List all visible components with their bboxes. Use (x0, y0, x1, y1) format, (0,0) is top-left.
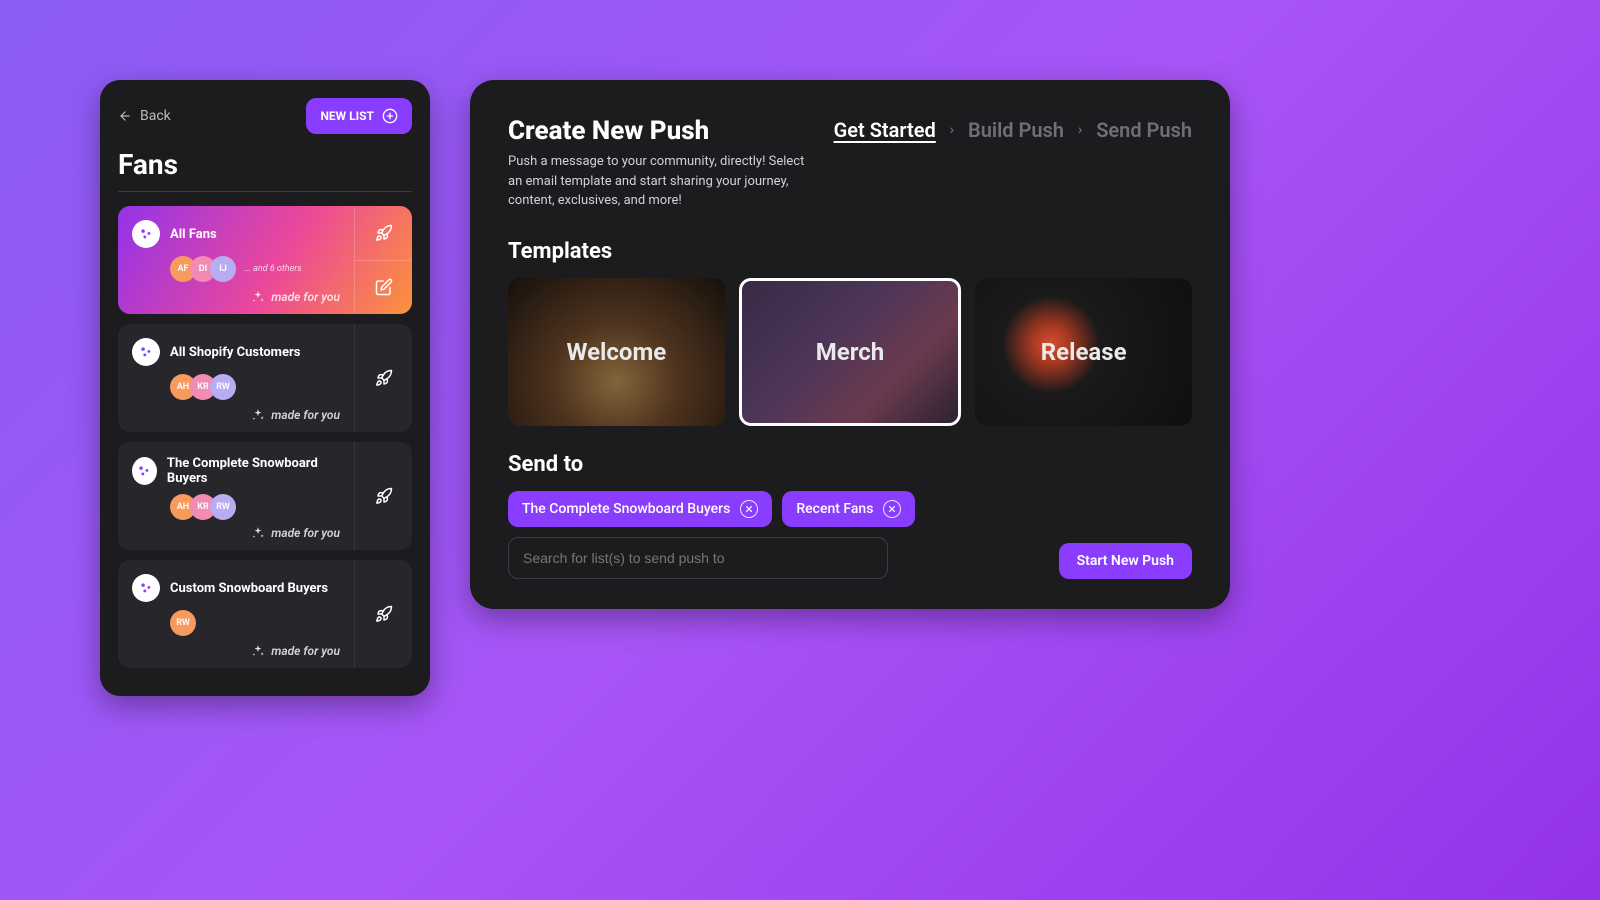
card-actions (354, 560, 412, 668)
recipient-chip: The Complete Snowboard Buyers (508, 491, 772, 527)
card-body: The Complete Snowboard Buyers AHKRRW made … (118, 442, 354, 550)
card-title: The Complete Snowboard Buyers (167, 456, 340, 486)
recipient-chip: Recent Fans (782, 491, 915, 527)
fan-list-card[interactable]: The Complete Snowboard Buyers AHKRRW made … (118, 442, 412, 550)
avatar: RW (210, 374, 236, 400)
rocket-icon (375, 369, 393, 387)
chip-remove-button[interactable] (740, 500, 758, 518)
back-label: Back (140, 108, 171, 124)
rocket-icon (375, 487, 393, 505)
card-actions (354, 324, 412, 432)
avatar: IJ (210, 256, 236, 282)
fan-list-card[interactable]: All Shopify Customers AHKRRW made for you (118, 324, 412, 432)
avatar-row: AFDIIJ... and 6 others (170, 256, 340, 282)
list-badge-icon (132, 457, 157, 485)
fans-panel: Back NEW LIST Fans All FansAFDIIJ... and… (100, 80, 430, 696)
template-label: Welcome (566, 338, 666, 366)
avatar: RW (170, 610, 196, 636)
divider (118, 191, 412, 192)
breadcrumb: Get Started › Build Push › Send Push (834, 118, 1192, 142)
card-body: All Shopify Customers AHKRRW made for you (118, 324, 354, 432)
list-badge-icon (132, 220, 160, 248)
avatar-overflow-text: ... and 6 others (244, 264, 302, 274)
card-title: Custom Snowboard Buyers (170, 581, 328, 596)
card-title: All Fans (170, 227, 217, 242)
made-for-you-label: made for you (251, 644, 340, 658)
fan-list-card[interactable]: Custom Snowboard Buyers RW made for you (118, 560, 412, 668)
made-for-you-label: made for you (251, 526, 340, 540)
fan-list-card[interactable]: All FansAFDIIJ... and 6 othersmade for y… (118, 206, 412, 314)
breadcrumb-step[interactable]: Send Push (1096, 118, 1192, 142)
push-heading-block: Create New Push Push a message to your c… (508, 116, 806, 211)
card-head: Custom Snowboard Buyers (132, 574, 340, 602)
templates-heading: Templates (508, 239, 1192, 264)
templates-row: Welcome Merch Release (508, 278, 1192, 426)
template-card-welcome[interactable]: Welcome (508, 278, 725, 426)
recipient-chips: The Complete Snowboard Buyers Recent Fans (508, 491, 1192, 527)
card-rocket-button[interactable] (355, 324, 412, 432)
push-heading: Create New Push (508, 116, 806, 146)
fans-list: All FansAFDIIJ... and 6 othersmade for y… (118, 206, 412, 668)
list-badge-icon (132, 338, 160, 366)
card-edit-button[interactable] (355, 260, 412, 315)
card-rocket-button[interactable] (355, 560, 412, 668)
avatar-row: AHKRRW (170, 494, 340, 520)
made-for-you-label: made for you (251, 408, 340, 422)
start-push-button[interactable]: Start New Push (1059, 543, 1192, 579)
fans-panel-header: Back NEW LIST (118, 98, 412, 134)
chip-label: Recent Fans (796, 501, 873, 517)
sparkle-icon (251, 644, 265, 658)
avatar: RW (210, 494, 236, 520)
card-head: All Shopify Customers (132, 338, 340, 366)
card-rocket-button[interactable] (355, 442, 412, 550)
push-subheading: Push a message to your community, direct… (508, 152, 806, 211)
breadcrumb-step[interactable]: Get Started (834, 118, 936, 142)
chevron-right-icon: › (950, 122, 954, 138)
card-rocket-button[interactable] (355, 206, 412, 260)
template-label: Release (1041, 338, 1127, 366)
rocket-icon (375, 605, 393, 623)
recipient-search-input[interactable] (508, 537, 888, 579)
card-body: Custom Snowboard Buyers RW made for you (118, 560, 354, 668)
edit-icon (375, 278, 393, 296)
rocket-icon (375, 224, 393, 242)
card-head: The Complete Snowboard Buyers (132, 456, 340, 486)
template-card-merch[interactable]: Merch (739, 278, 962, 426)
card-body: All FansAFDIIJ... and 6 othersmade for y… (118, 206, 354, 314)
push-panel-header: Create New Push Push a message to your c… (508, 116, 1192, 211)
card-actions (354, 206, 412, 314)
avatar-row: RW (170, 610, 340, 636)
chip-label: The Complete Snowboard Buyers (522, 501, 730, 517)
push-panel: Create New Push Push a message to your c… (470, 80, 1230, 609)
template-label: Merch (816, 338, 884, 366)
new-list-label: NEW LIST (320, 109, 374, 123)
back-button[interactable]: Back (118, 108, 171, 124)
breadcrumb-step[interactable]: Build Push (968, 118, 1064, 142)
sparkle-icon (251, 526, 265, 540)
send-to-heading: Send to (508, 452, 1192, 477)
sparkle-icon (251, 408, 265, 422)
arrow-left-icon (118, 109, 132, 123)
sparkle-icon (251, 290, 265, 304)
list-badge-icon (132, 574, 160, 602)
card-head: All Fans (132, 220, 340, 248)
new-list-button[interactable]: NEW LIST (306, 98, 412, 134)
plus-circle-icon (382, 108, 398, 124)
chip-remove-button[interactable] (883, 500, 901, 518)
made-for-you-label: made for you (251, 290, 340, 304)
template-card-release[interactable]: Release (975, 278, 1192, 426)
card-actions (354, 442, 412, 550)
avatar-row: AHKRRW (170, 374, 340, 400)
fans-panel-title: Fans (118, 148, 412, 181)
chevron-right-icon: › (1078, 122, 1082, 138)
card-title: All Shopify Customers (170, 345, 300, 360)
